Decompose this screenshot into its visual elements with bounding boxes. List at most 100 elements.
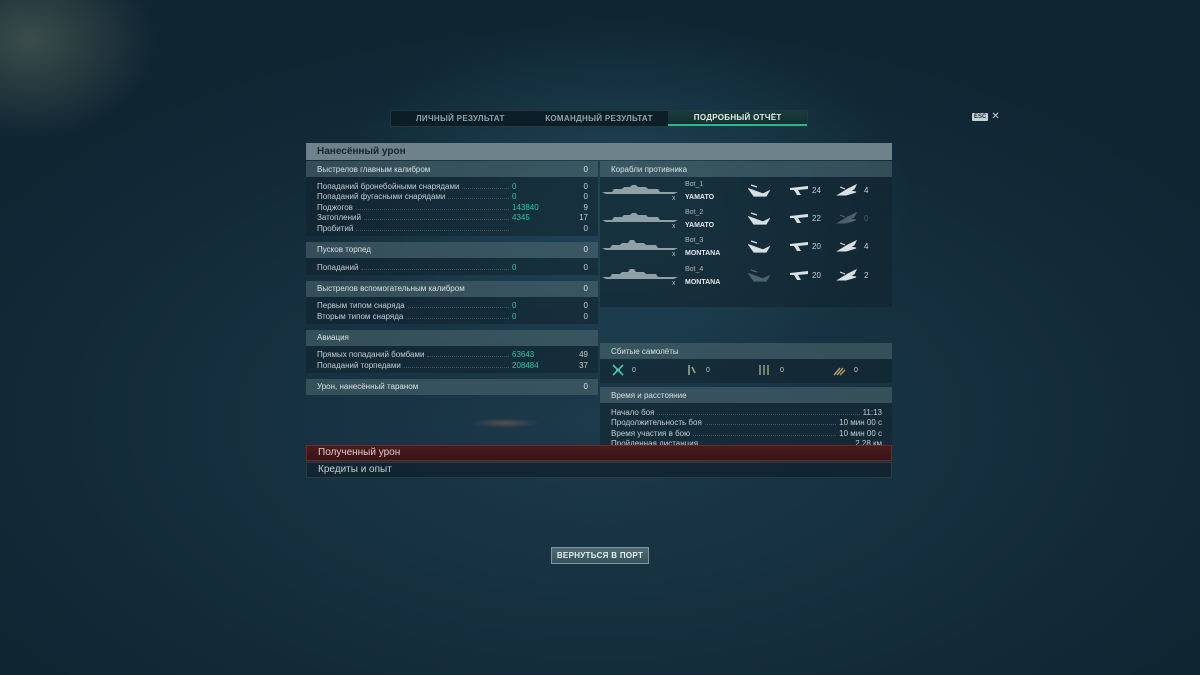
enemy-ships-title: Корабли противника xyxy=(611,164,688,174)
row-damage: 0 xyxy=(512,301,517,311)
row-value: 10 мин 00 с xyxy=(839,418,882,428)
main-battery-header: Выстрелов главным калибром 0 xyxy=(306,161,598,177)
torpedo-bomber-icon xyxy=(688,365,696,375)
row-dots xyxy=(363,219,509,221)
enemy-ship-row[interactable]: x Bot_2 YAMATO 22 0 xyxy=(600,209,892,237)
row-count: 0 xyxy=(583,223,588,233)
plane-count: 0 xyxy=(706,366,710,374)
torpedo-hits-count: 4 xyxy=(864,186,869,195)
ram-value: 0 xyxy=(583,382,588,392)
bomber-icon xyxy=(790,242,808,251)
torpedo-hits-count: 0 xyxy=(864,214,869,223)
bomber-icon xyxy=(790,271,808,280)
row-label: Поджогов xyxy=(317,202,353,212)
tab-team-result[interactable]: КОМАНДНЫЙ РЕЗУЛЬТАТ xyxy=(530,111,669,126)
enemy-ship-row[interactable]: x Bot_3 MONTANA 20 4 xyxy=(600,237,892,265)
damage-left-column: Выстрелов главным калибром 0 Попаданий б… xyxy=(306,161,598,395)
row-label: Попаданий торпедами xyxy=(317,360,401,370)
row-count: 49 xyxy=(579,350,588,360)
row-value: 11:13 xyxy=(862,407,882,417)
sunk-ship-icon xyxy=(748,184,770,197)
row-count: 0 xyxy=(583,181,588,191)
time-distance-header: Время и расстояние xyxy=(600,387,892,403)
ship-name: YAMATO xyxy=(685,222,715,229)
ship-name: YAMATO xyxy=(685,194,715,201)
row-count: 0 xyxy=(583,192,588,202)
esc-close-button[interactable]: ESC ✕ xyxy=(972,112,1000,122)
secondary-value: 0 xyxy=(583,284,588,294)
row-damage: 0 xyxy=(512,262,517,272)
row-label: Попаданий фугасными снарядами xyxy=(317,192,446,202)
plane-stat: 0 xyxy=(612,364,636,376)
table-row: Первым типом снаряда 0 0 xyxy=(317,300,588,311)
fighter-icon xyxy=(612,364,624,376)
bomb-hits-count: 24 xyxy=(812,186,821,195)
enemy-ship-row[interactable]: x Bot_4 MONTANA 20 2 xyxy=(600,266,892,294)
row-label: Пробитий xyxy=(317,223,354,233)
received-damage-section[interactable]: Полученный урон xyxy=(306,445,892,461)
row-damage: 208484 xyxy=(512,360,539,370)
row-dots xyxy=(406,317,509,319)
ship-player-name: Bot_1 xyxy=(685,181,704,188)
row-dots xyxy=(403,366,509,368)
row-damage: 0 xyxy=(512,192,517,202)
table-row: Начало боя 11:13 xyxy=(611,406,882,417)
row-count: 0 xyxy=(583,301,588,311)
torpedo-bomber-icon xyxy=(836,239,858,252)
row-label: Прямых попаданий бомбами xyxy=(317,350,425,360)
row-dots xyxy=(462,187,509,189)
ram-header: Урон, нанесённый тараном 0 xyxy=(306,378,598,395)
torpedoes-value: 0 xyxy=(583,245,588,255)
planes-shot-title: Сбитые самолёты xyxy=(611,346,679,356)
bomber-icon xyxy=(790,214,808,223)
row-label: Попаданий бронебойными снарядами xyxy=(317,181,460,191)
row-dots xyxy=(356,229,509,231)
row-dots xyxy=(361,268,509,270)
main-battery-title: Выстрелов главным калибром xyxy=(317,164,431,174)
row-dots xyxy=(427,356,509,358)
table-row: Пробитий 0 xyxy=(317,222,588,233)
battleship-silhouette-icon xyxy=(602,269,678,279)
torpedo-bomber-icon xyxy=(836,183,858,196)
damage-dealt-header[interactable]: Нанесённый урон xyxy=(306,143,892,160)
ship-player-name: Bot_3 xyxy=(685,237,704,244)
planes-shot-header: Сбитые самолёты xyxy=(600,343,892,359)
return-to-port-button[interactable]: ВЕРНУТЬСЯ В ПОРТ xyxy=(551,547,649,564)
enemy-ships-header: Корабли противника xyxy=(600,161,892,177)
credits-xp-section[interactable]: Кредиты и опыт xyxy=(306,462,892,478)
row-damage: 0 xyxy=(512,181,517,191)
close-icon[interactable]: ✕ xyxy=(991,112,999,122)
table-row: Продолжительность боя 10 мин 00 с xyxy=(611,417,882,428)
sunk-ship-icon xyxy=(748,212,770,225)
time-distance-title: Время и расстояние xyxy=(611,390,687,400)
secondary-header: Выстрелов вспомогательным калибром 0 xyxy=(306,280,598,297)
row-damage: 4345 xyxy=(512,213,530,223)
table-row: Прямых попаданий бомбами 63643 49 xyxy=(317,349,588,360)
row-label: Затоплений xyxy=(317,213,361,223)
ship-tier-mark: x xyxy=(672,223,676,230)
row-count: 17 xyxy=(579,213,588,223)
plane-count: 0 xyxy=(780,366,784,374)
torpedoes-title: Пусков торпед xyxy=(317,245,371,255)
table-row: Попаданий бронебойными снарядами 0 0 xyxy=(317,180,588,191)
bomb-hits-count: 22 xyxy=(812,214,821,223)
enemy-ship-row[interactable]: x Bot_1 YAMATO 24 4 xyxy=(600,181,892,209)
tab-detailed-report[interactable]: ПОДРОБНЫЙ ОТЧЁТ xyxy=(668,111,808,126)
row-dots xyxy=(355,208,509,210)
table-row: Поджогов 143840 9 xyxy=(317,201,588,212)
row-dots xyxy=(704,424,837,426)
sunk-ship-icon xyxy=(748,240,770,253)
ship-tier-mark: x xyxy=(672,195,676,202)
row-dots xyxy=(448,198,509,200)
aviation-body: Прямых попаданий бомбами 63643 49 Попадани… xyxy=(306,345,598,373)
background-ship-blur xyxy=(470,418,540,428)
torpedoes-body: Попаданий 0 0 xyxy=(306,257,598,275)
row-damage: 63643 xyxy=(512,350,535,360)
secondary-body: Первым типом снаряда 0 0 Вторым типом снар… xyxy=(306,296,598,324)
tab-personal-result[interactable]: ЛИЧНЫЙ РЕЗУЛЬТАТ xyxy=(391,111,530,126)
row-count: 0 xyxy=(583,262,588,272)
ship-name: MONTANA xyxy=(685,279,721,286)
torpedo-hits-count: 2 xyxy=(864,271,869,280)
plane-stat: 0 xyxy=(758,364,784,376)
torpedo-bomber-icon xyxy=(836,268,858,281)
